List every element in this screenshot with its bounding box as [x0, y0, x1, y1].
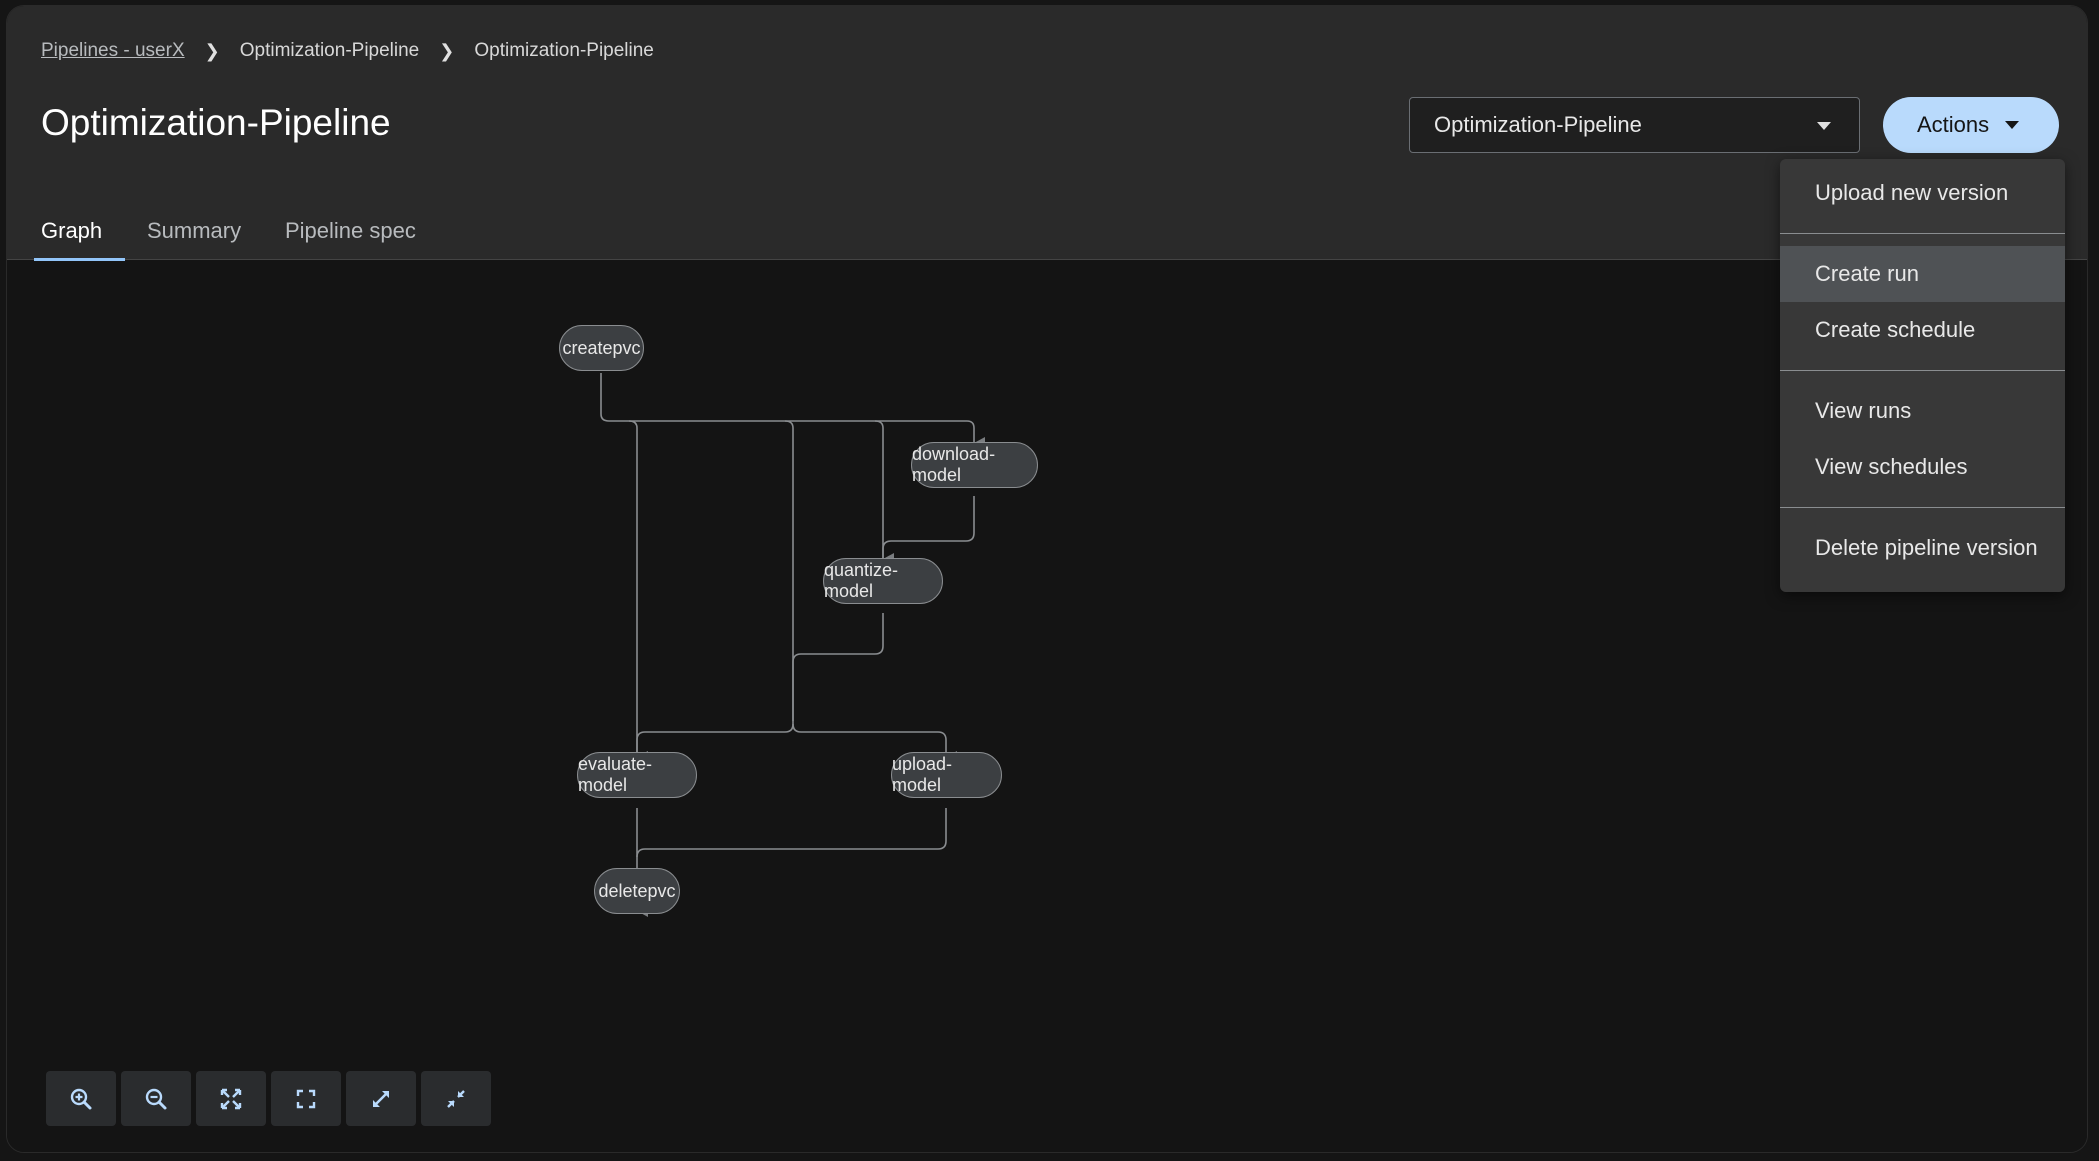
edge-createpvc-quantize-model	[874, 420, 894, 565]
breadcrumb-item-version: Optimization-Pipeline	[474, 40, 654, 61]
tab-summary-label: Summary	[147, 218, 242, 243]
tab-bar: Graph Summary Pipeline spec	[7, 206, 2087, 261]
zoom-out-button[interactable]	[121, 1071, 191, 1126]
page-header: Pipelines - userX ❯ Optimization-Pipelin…	[7, 6, 2087, 261]
menu-divider	[1780, 233, 2065, 234]
collapse-icon	[447, 1089, 465, 1108]
breadcrumb-link-pipelines[interactable]: Pipelines - userX	[41, 40, 185, 62]
menu-item-upload-new-version[interactable]: Upload new version	[1780, 165, 2065, 221]
expand-icon	[373, 1090, 389, 1107]
version-select[interactable]: Optimization-Pipeline	[1409, 97, 1860, 153]
tab-pipeline-spec[interactable]: Pipeline spec	[279, 206, 419, 260]
collapse-button[interactable]	[421, 1071, 491, 1126]
edge-createpvc-trunk	[784, 420, 794, 721]
node-label: createpvc	[562, 337, 641, 358]
caret-down-icon	[1817, 122, 1831, 130]
graph-canvas[interactable]: createpvc download-model quantize-model …	[7, 261, 2087, 1152]
app-window: Pipelines - userX ❯ Optimization-Pipelin…	[6, 5, 2088, 1153]
chevron-right-icon: ❯	[439, 40, 455, 61]
menu-item-create-schedule[interactable]: Create schedule	[1780, 302, 2065, 358]
edge-upload-deletepvc	[636, 808, 947, 858]
edge-createpvc-download-model	[600, 373, 985, 449]
graph-node-createpvc[interactable]: createpvc	[559, 325, 644, 371]
zoom-out-icon	[145, 1088, 167, 1109]
tab-graph[interactable]: Graph	[34, 206, 125, 261]
edge-download-quantize	[882, 496, 975, 559]
graph-node-download-model[interactable]: download-model	[911, 442, 1038, 488]
graph-edges	[600, 373, 985, 917]
breadcrumb: Pipelines - userX ❯ Optimization-Pipelin…	[41, 40, 654, 62]
zoom-in-button[interactable]	[46, 1071, 116, 1126]
breadcrumb-item-pipeline[interactable]: Optimization-Pipeline	[240, 40, 420, 62]
caret-down-icon	[2005, 121, 2019, 129]
version-select-value: Optimization-Pipeline	[1434, 112, 1642, 137]
actions-menu: Upload new version Create run Create sch…	[1780, 159, 2065, 592]
node-label: evaluate-model	[578, 754, 653, 795]
graph-controls	[46, 1071, 491, 1126]
graph-node-deletepvc[interactable]: deletepvc	[594, 868, 680, 914]
tab-graph-label: Graph	[41, 218, 103, 243]
zoom-in-icon	[70, 1088, 92, 1109]
menu-divider	[1780, 507, 2065, 508]
tab-summary[interactable]: Summary	[141, 206, 251, 260]
actions-button[interactable]: Actions	[1883, 97, 2059, 153]
tab-pipeline-spec-label: Pipeline spec	[285, 218, 416, 243]
menu-item-delete-pipeline-version[interactable]: Delete pipeline version	[1780, 520, 2065, 576]
node-label: upload-model	[892, 754, 953, 795]
menu-item-view-schedules[interactable]: View schedules	[1780, 439, 2065, 495]
menu-divider	[1780, 370, 2065, 371]
chevron-right-icon: ❯	[204, 40, 220, 61]
expand-button[interactable]	[346, 1071, 416, 1126]
menu-item-create-run[interactable]: Create run	[1780, 246, 2065, 302]
reset-view-button[interactable]	[271, 1071, 341, 1126]
edge-quantize-merge	[792, 613, 884, 724]
fit-to-screen-button[interactable]	[196, 1071, 266, 1126]
edge-createpvc-evaluate-model	[628, 420, 648, 763]
node-label: download-model	[912, 444, 996, 485]
graph-node-upload-model[interactable]: upload-model	[891, 752, 1002, 798]
fit-to-screen-icon	[220, 1088, 242, 1109]
menu-item-view-runs[interactable]: View runs	[1780, 383, 2065, 439]
node-label: quantize-model	[824, 560, 899, 601]
reset-view-icon	[296, 1089, 316, 1108]
graph-node-quantize-model[interactable]: quantize-model	[823, 558, 943, 604]
page-title: Optimization-Pipeline	[41, 102, 391, 143]
node-label: deletepvc	[598, 880, 676, 901]
graph-node-evaluate-model[interactable]: evaluate-model	[577, 752, 697, 798]
actions-button-label: Actions	[1917, 112, 1990, 137]
